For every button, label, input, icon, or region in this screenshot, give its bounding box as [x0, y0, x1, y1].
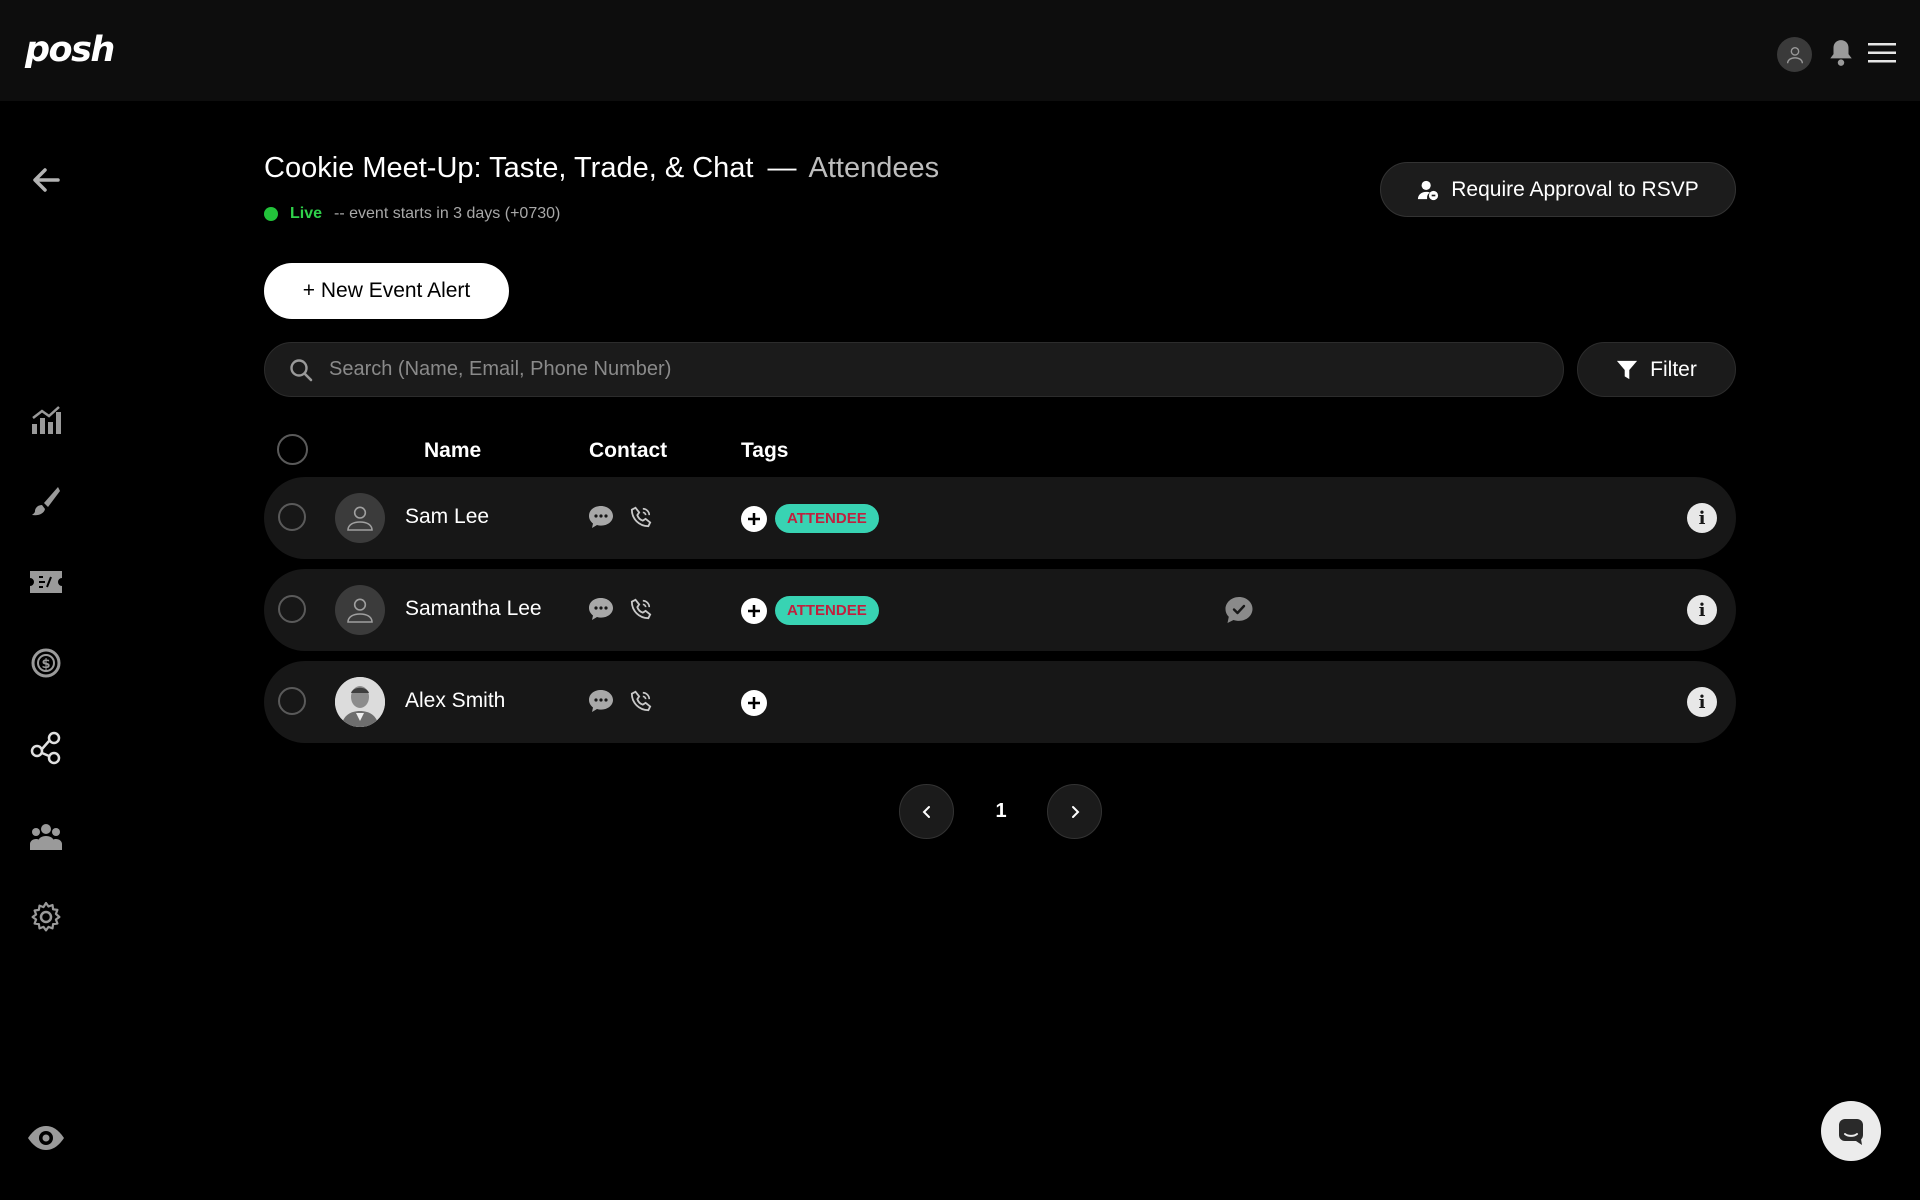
- column-tags: Tags: [741, 439, 789, 462]
- user-icon: [1786, 46, 1803, 63]
- current-page-number[interactable]: 1: [990, 800, 1012, 823]
- attendee-tag: ATTENDEE: [775, 596, 879, 625]
- add-tag-button[interactable]: [741, 598, 767, 624]
- attendee-name[interactable]: Alex Smith: [405, 689, 505, 713]
- chevron-right-icon: [1071, 805, 1079, 818]
- person-photo-icon: [335, 677, 385, 727]
- plus-icon: [748, 605, 760, 617]
- network-icon[interactable]: [28, 730, 64, 766]
- new-event-alert-button[interactable]: + New Event Alert: [264, 263, 509, 319]
- add-tag-button[interactable]: [741, 690, 767, 716]
- user-lock-icon: [1418, 180, 1439, 200]
- attendee-name[interactable]: Sam Lee: [405, 505, 489, 529]
- filter-button[interactable]: Filter: [1577, 342, 1736, 397]
- page-name: Attendees: [808, 152, 940, 184]
- event-start-detail: -- event starts in 3 days (+0730): [334, 205, 561, 222]
- avatar: [335, 677, 385, 727]
- settings-icon[interactable]: [28, 899, 64, 935]
- filter-icon: [1617, 360, 1638, 379]
- phone-call-icon[interactable]: [630, 598, 652, 625]
- event-title: Cookie Meet-Up: Taste, Trade, & Chat: [264, 152, 754, 184]
- bell-icon[interactable]: [1828, 38, 1854, 73]
- table-row[interactable]: Samantha Lee ATTENDEE i: [264, 569, 1736, 651]
- top-bar: posh: [0, 0, 1920, 101]
- default-avatar-icon: [347, 598, 373, 623]
- live-label: Live: [290, 205, 323, 222]
- require-approval-label: Require Approval to RSVP: [1451, 177, 1699, 201]
- default-avatar-icon: [347, 506, 373, 531]
- search-icon: [290, 358, 313, 381]
- search-bar[interactable]: [264, 342, 1564, 397]
- attendee-name[interactable]: Samantha Lee: [405, 597, 542, 621]
- avatar: [335, 493, 385, 543]
- search-input[interactable]: [327, 357, 1511, 382]
- finance-icon[interactable]: $: [28, 645, 64, 681]
- user-avatar[interactable]: [1777, 37, 1812, 72]
- plus-icon: [748, 513, 760, 525]
- chevron-left-icon: [922, 805, 930, 818]
- hamburger-menu-icon[interactable]: [1868, 42, 1896, 69]
- table-header: Name Contact Tags: [264, 434, 1736, 465]
- info-icon[interactable]: i: [1687, 503, 1717, 533]
- posh-logo[interactable]: posh: [25, 30, 115, 70]
- require-approval-button[interactable]: Require Approval to RSVP: [1380, 162, 1736, 217]
- message-icon[interactable]: [588, 505, 614, 534]
- back-arrow-icon[interactable]: [28, 162, 64, 198]
- live-status-dot: [264, 207, 278, 221]
- select-all-checkbox[interactable]: [277, 434, 308, 465]
- chat-bubble-icon: [1839, 1119, 1863, 1145]
- brush-icon[interactable]: [28, 483, 64, 519]
- message-icon[interactable]: [588, 597, 614, 626]
- filter-label: Filter: [1650, 357, 1697, 381]
- preview-eye-icon[interactable]: [26, 1120, 66, 1156]
- row-checkbox[interactable]: [278, 595, 306, 623]
- previous-page-button[interactable]: [899, 784, 954, 839]
- info-icon[interactable]: i: [1687, 687, 1717, 717]
- table-row[interactable]: Sam Lee ATTENDEE i: [264, 477, 1736, 559]
- phone-call-icon[interactable]: [630, 506, 652, 533]
- column-name[interactable]: Name: [424, 439, 481, 463]
- row-checkbox[interactable]: [278, 503, 306, 531]
- page-title: Cookie Meet-Up: Taste, Trade, & Chat — Att…: [264, 152, 939, 185]
- svg-text:$: $: [41, 657, 50, 672]
- message-sent-check-icon: [1224, 596, 1254, 629]
- avatar: [335, 585, 385, 635]
- ticket-icon[interactable]: [28, 564, 64, 600]
- plus-icon: [748, 697, 760, 709]
- column-contact: Contact: [589, 439, 668, 462]
- phone-call-icon[interactable]: [630, 690, 652, 717]
- attendee-tag: ATTENDEE: [775, 504, 879, 533]
- next-page-button[interactable]: [1047, 784, 1102, 839]
- info-icon[interactable]: i: [1687, 595, 1717, 625]
- analytics-icon[interactable]: [28, 402, 64, 438]
- table-row[interactable]: Alex Smith i: [264, 661, 1736, 743]
- message-icon[interactable]: [588, 689, 614, 718]
- team-icon[interactable]: [28, 818, 64, 854]
- event-status: Live -- event starts in 3 days (+0730): [264, 205, 560, 223]
- add-tag-button[interactable]: [741, 506, 767, 532]
- row-checkbox[interactable]: [278, 687, 306, 715]
- support-chat-button[interactable]: [1821, 1101, 1881, 1161]
- title-separator: —: [767, 152, 797, 184]
